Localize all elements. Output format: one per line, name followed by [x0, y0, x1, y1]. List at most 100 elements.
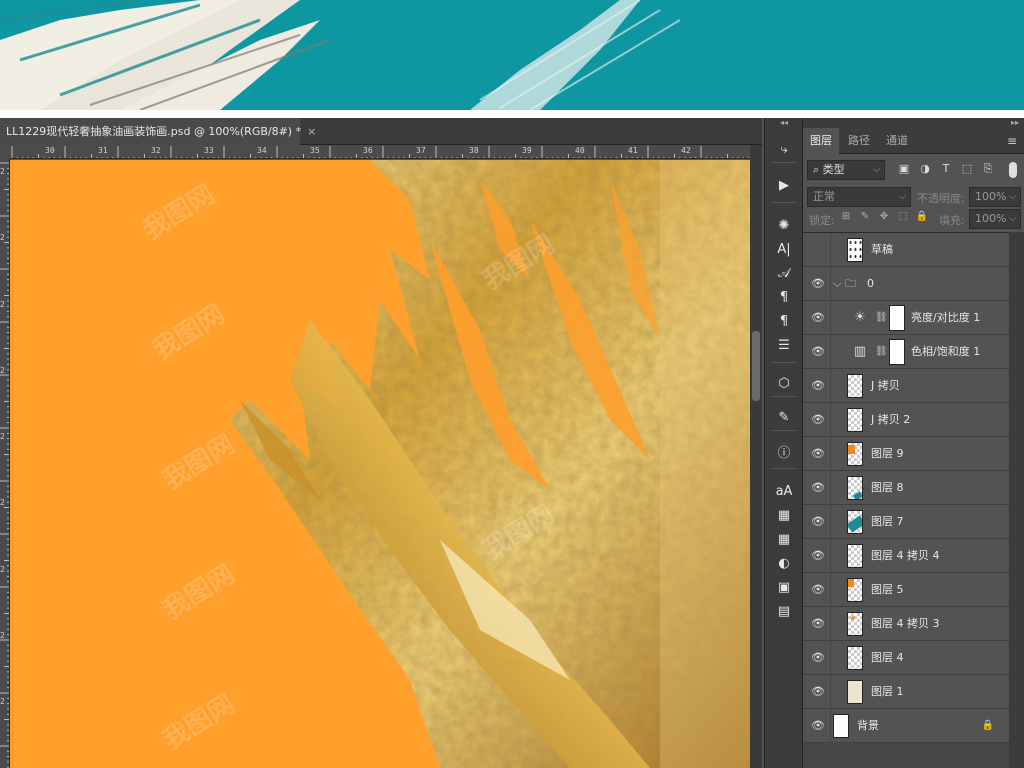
- eye-icon[interactable]: 👁: [811, 685, 825, 699]
- layer-thumbnail[interactable]: [847, 544, 863, 568]
- scrollbar-thumb[interactable]: [752, 331, 760, 401]
- visibility-column[interactable]: 👁: [803, 539, 831, 573]
- layer-thumbnail[interactable]: [847, 408, 863, 432]
- visibility-column[interactable]: 👁: [803, 369, 831, 403]
- layer-thumbnail[interactable]: [847, 510, 863, 534]
- fill-field[interactable]: 100% ⌵: [969, 209, 1021, 229]
- layer-comps-icon[interactable]: ▣: [774, 578, 794, 598]
- image-filter-icon[interactable]: ▣: [895, 160, 913, 178]
- layer-row[interactable]: 👁 图层 7: [803, 505, 1009, 539]
- ruler-corner[interactable]: [0, 145, 10, 159]
- layer-thumbnail[interactable]: [847, 442, 863, 466]
- play-icon[interactable]: ▶: [774, 176, 794, 196]
- lock-all-icon[interactable]: 🔒: [915, 210, 929, 224]
- layer-row[interactable]: 👁 图层 4 拷贝 4: [803, 539, 1009, 573]
- libraries-icon[interactable]: ▦: [774, 506, 794, 526]
- eye-icon[interactable]: 👁: [811, 311, 825, 325]
- eye-icon[interactable]: 👁: [811, 583, 825, 597]
- paragraph-icon[interactable]: ¶: [774, 312, 794, 332]
- layer-row[interactable]: 👁 背景 🔒: [803, 709, 1009, 743]
- lock-artboard-icon[interactable]: ⬚: [896, 210, 910, 224]
- vertical-ruler[interactable]: 2 2 2 2 2 2 2 2 2: [0, 159, 10, 768]
- visibility-column[interactable]: 👁: [803, 641, 831, 675]
- visibility-column[interactable]: 👁: [803, 709, 831, 743]
- opacity-field[interactable]: 100% ⌵: [969, 187, 1021, 207]
- document-canvas[interactable]: 我图网 我图网 我图网 我图网 我图网 我图网 我图网: [10, 160, 750, 768]
- type-filter-icon[interactable]: T: [937, 160, 955, 178]
- adjustment-filter-icon[interactable]: ◑: [916, 160, 934, 178]
- layer-mask-thumbnail[interactable]: [889, 305, 905, 331]
- shape-filter-icon[interactable]: ⬚: [958, 160, 976, 178]
- canvas-vertical-scrollbar[interactable]: [750, 145, 762, 768]
- info-icon[interactable]: ⓘ: [774, 444, 794, 464]
- visibility-column[interactable]: 👁: [803, 267, 831, 301]
- eye-icon[interactable]: 👁: [811, 617, 825, 631]
- character-styles-icon[interactable]: aA: [774, 482, 794, 502]
- lock-transparent-icon[interactable]: ⊞: [839, 210, 853, 224]
- swatches-icon[interactable]: ▦: [774, 530, 794, 550]
- brush-settings-icon[interactable]: ✎: [774, 408, 794, 428]
- layer-row[interactable]: 👁 J 拷贝 2: [803, 403, 1009, 437]
- eye-icon[interactable]: 👁: [811, 651, 825, 665]
- notes-icon[interactable]: ▤: [774, 602, 794, 622]
- layer-row[interactable]: 👁 图层 1: [803, 675, 1009, 709]
- tab-paths[interactable]: 路径: [841, 128, 877, 154]
- visibility-column[interactable]: [803, 233, 831, 267]
- visibility-column[interactable]: 👁: [803, 301, 831, 335]
- layer-row[interactable]: 👁 图层 5: [803, 573, 1009, 607]
- brightness-contrast-icon[interactable]: ☀: [851, 309, 869, 327]
- glyph-icon[interactable]: 𝒜: [774, 264, 794, 284]
- layer-thumbnail[interactable]: [833, 714, 849, 738]
- document-tab[interactable]: LL1229现代轻奢抽象油画装饰画.psd @ 100%(RGB/8#) * ×: [0, 118, 316, 145]
- close-tab-icon[interactable]: ×: [307, 125, 316, 138]
- horizontal-ruler[interactable]: 30 31 32 33 34 35 36 37 38 39 40 41 42: [10, 145, 750, 159]
- filter-toggle[interactable]: [1009, 162, 1017, 178]
- visibility-column[interactable]: 👁: [803, 403, 831, 437]
- layer-thumbnail[interactable]: [847, 238, 863, 262]
- layer-thumbnail[interactable]: [847, 578, 863, 602]
- history-brush-icon[interactable]: ⤷: [774, 140, 794, 160]
- eye-icon[interactable]: 👁: [811, 549, 825, 563]
- hue-saturation-icon[interactable]: ▥: [851, 343, 869, 361]
- visibility-column[interactable]: 👁: [803, 573, 831, 607]
- blend-mode-select[interactable]: 正常 ⌵: [807, 187, 911, 207]
- tab-channels[interactable]: 通道: [879, 128, 915, 154]
- link-chain-icon[interactable]: ⛓: [875, 344, 888, 360]
- layer-thumbnail[interactable]: [847, 612, 863, 636]
- layer-row[interactable]: 👁 ☀ ⛓ 亮度/对比度 1: [803, 301, 1009, 335]
- eye-icon[interactable]: 👁: [811, 379, 825, 393]
- layer-row[interactable]: 👁 ⌵ 🗀 0: [803, 267, 1009, 301]
- eye-icon[interactable]: 👁: [811, 719, 825, 733]
- layer-row[interactable]: 草稿: [803, 233, 1009, 267]
- eye-icon[interactable]: 👁: [811, 345, 825, 359]
- eye-icon[interactable]: 👁: [811, 515, 825, 529]
- layer-thumbnail[interactable]: [847, 646, 863, 670]
- tab-layers[interactable]: 图层: [803, 128, 839, 154]
- group-caret-icon[interactable]: ⌵: [833, 267, 841, 301]
- character-icon[interactable]: A|: [774, 240, 794, 260]
- visibility-column[interactable]: 👁: [803, 675, 831, 709]
- 3d-cube-icon[interactable]: ⬡: [774, 374, 794, 394]
- visibility-column[interactable]: 👁: [803, 471, 831, 505]
- eye-icon[interactable]: 👁: [811, 413, 825, 427]
- layer-thumbnail[interactable]: [847, 374, 863, 398]
- layer-mask-thumbnail[interactable]: [889, 339, 905, 365]
- lock-position-icon[interactable]: ✥: [877, 210, 891, 224]
- layers-scrollbar[interactable]: [1009, 232, 1024, 768]
- layer-thumbnail[interactable]: [847, 476, 863, 500]
- layer-row[interactable]: 👁 J 拷贝: [803, 369, 1009, 403]
- layer-row[interactable]: 👁 图层 8: [803, 471, 1009, 505]
- eye-icon[interactable]: 👁: [811, 481, 825, 495]
- layer-row[interactable]: 👁 图层 4: [803, 641, 1009, 675]
- lock-image-icon[interactable]: ✎: [858, 210, 872, 224]
- layer-row[interactable]: 👁 ▥ ⛓ 色相/饱和度 1: [803, 335, 1009, 369]
- layer-thumbnail[interactable]: [847, 680, 863, 704]
- panel-menu-icon[interactable]: ≡: [1007, 134, 1017, 148]
- eye-icon[interactable]: 👁: [811, 447, 825, 461]
- eye-icon[interactable]: 👁: [811, 277, 825, 291]
- smart-object-filter-icon[interactable]: ⎘: [979, 160, 997, 178]
- filter-kind-select[interactable]: ⌕ 类型 ⌵: [807, 160, 885, 180]
- visibility-column[interactable]: 👁: [803, 505, 831, 539]
- properties-sliders-icon[interactable]: ☰: [774, 336, 794, 356]
- paragraph-styles-icon[interactable]: ¶: [774, 288, 794, 308]
